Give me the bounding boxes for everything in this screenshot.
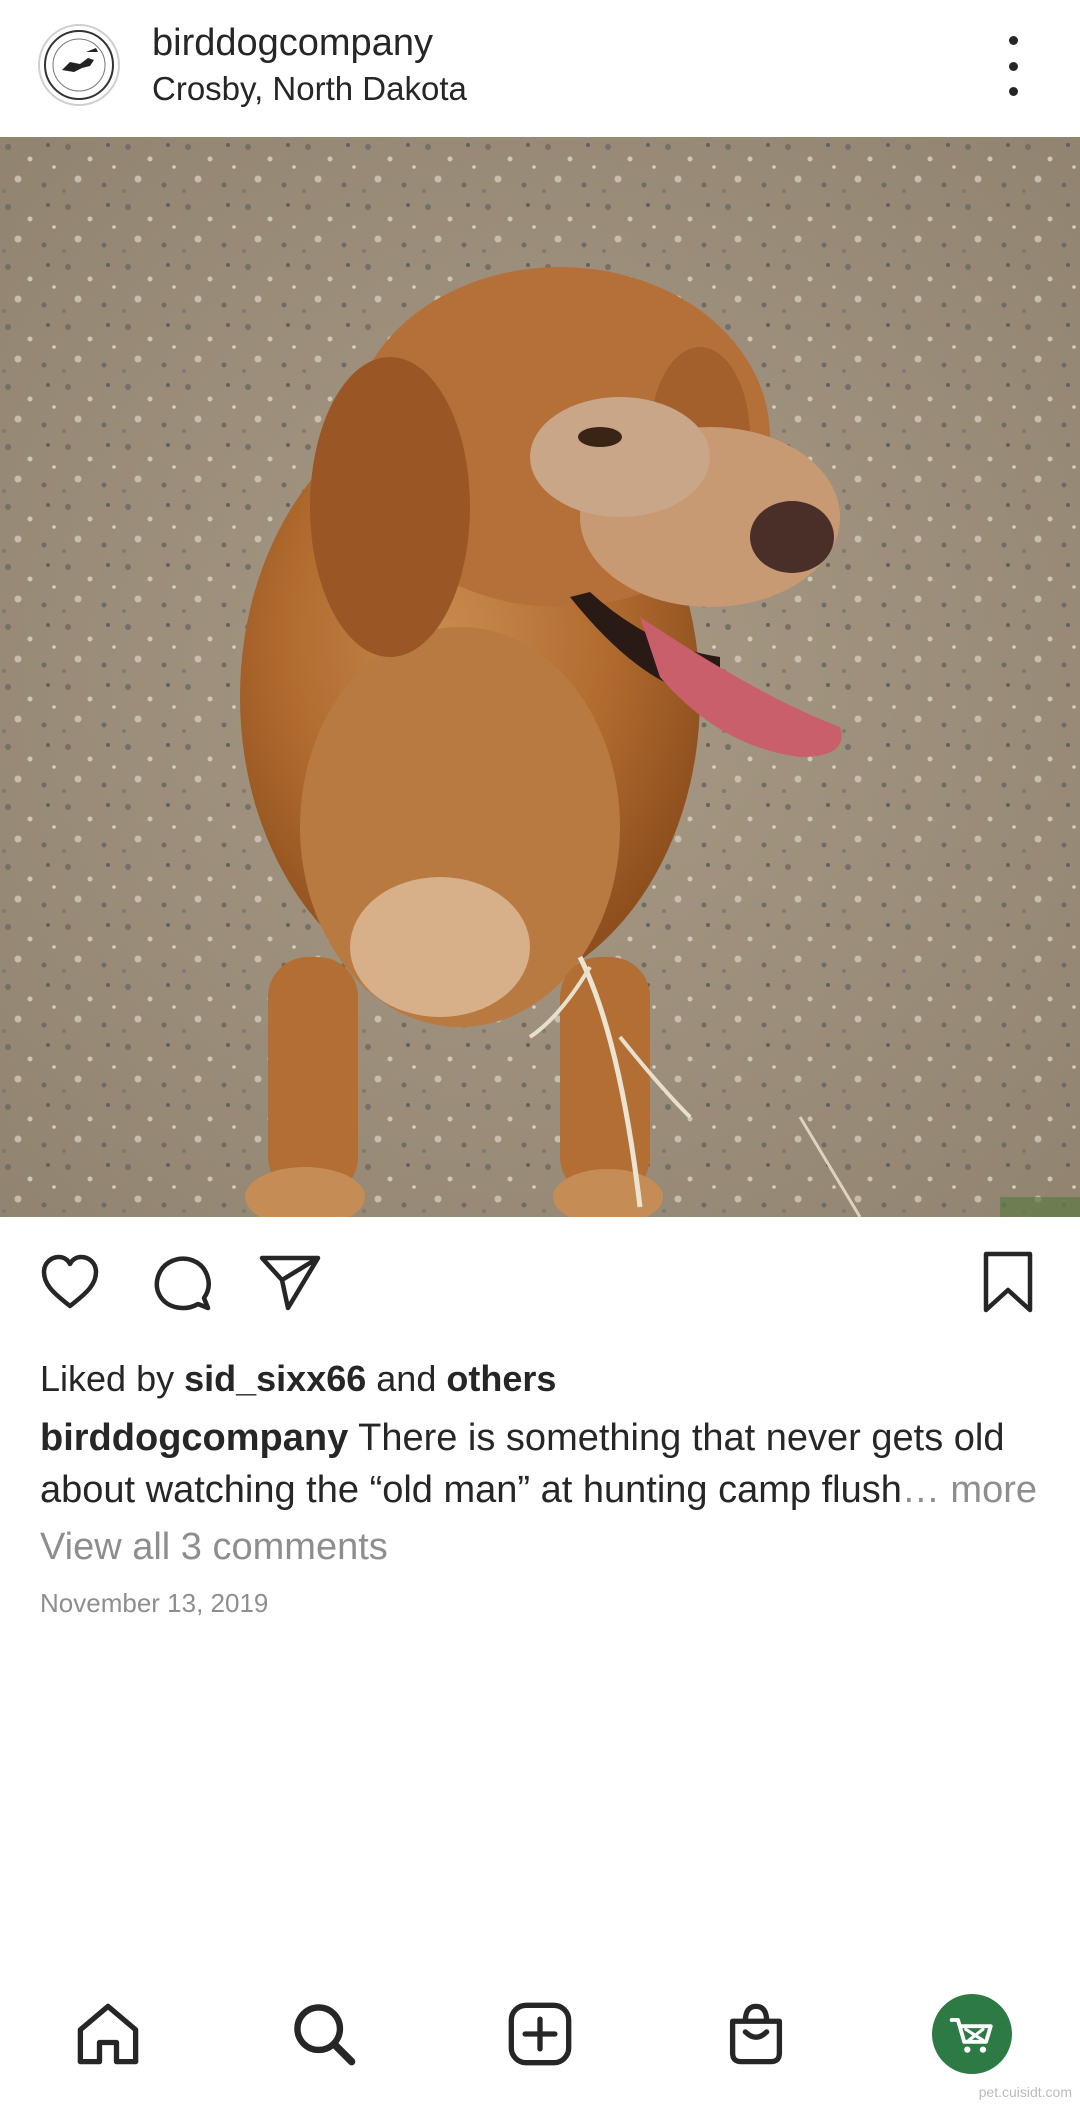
watermark-text: pet.cuisidt.com (978, 2084, 1072, 2100)
shopping-cart-icon[interactable] (932, 1994, 1012, 2074)
liked-user-link[interactable]: sid_sixx66 (184, 1358, 366, 1399)
liked-mid: and (376, 1358, 437, 1399)
dot (1008, 61, 1018, 71)
comment-icon[interactable] (150, 1250, 214, 1314)
profile-avatar[interactable] (38, 24, 120, 106)
post-photo[interactable] (0, 137, 1080, 1217)
caption-username[interactable]: birddogcompany (40, 1417, 348, 1459)
send-icon[interactable] (258, 1250, 322, 1314)
liked-prefix: Liked by (40, 1358, 175, 1399)
bottom-nav: pet.cuisidt.com (0, 1960, 1080, 2106)
likes-line: Liked by sid_sixx66 and others (40, 1358, 556, 1400)
post-caption: birddogcompany There is something that n… (40, 1412, 1050, 1516)
dog-photo-image (0, 137, 1080, 1217)
plus-square-icon[interactable] (504, 1998, 576, 2070)
dot (1008, 36, 1018, 45)
caption-more-link[interactable]: … more (902, 1469, 1037, 1511)
post-date: November 13, 2019 (40, 1588, 269, 1618)
shopping-bag-icon[interactable] (720, 1998, 792, 2070)
view-comments-link[interactable]: View all 3 comments (40, 1526, 388, 1569)
post-header: birddogcompany Crosby, North Dakota (0, 0, 1080, 136)
bookmark-icon[interactable] (976, 1250, 1040, 1314)
brand-logo-icon (44, 30, 114, 100)
heart-icon[interactable] (38, 1250, 102, 1314)
dot (1008, 87, 1018, 96)
search-icon[interactable] (288, 1998, 360, 2070)
home-icon[interactable] (72, 1998, 144, 2070)
liked-others-link[interactable]: others (446, 1358, 556, 1399)
post-location[interactable]: Crosby, North Dakota (152, 70, 467, 108)
post-username[interactable]: birddogcompany (152, 22, 433, 65)
more-vertical-icon[interactable] (990, 36, 1036, 96)
